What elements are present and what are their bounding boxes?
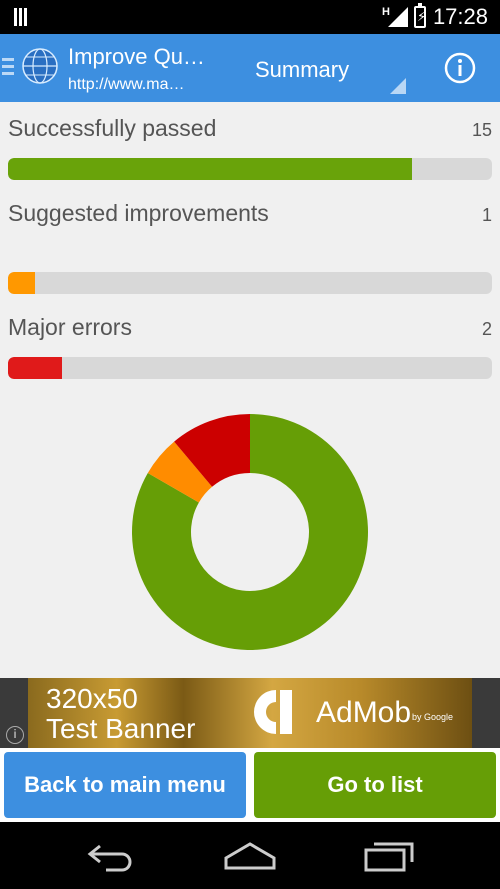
banner-line-2: Test Banner xyxy=(46,713,196,744)
drawer-indicator-icon[interactable] xyxy=(2,58,14,78)
progress-track xyxy=(8,158,492,180)
banner-image[interactable]: 320x50 Test Banner AdMob by Google xyxy=(28,678,472,748)
signal-icon xyxy=(388,7,408,27)
globe-icon[interactable] xyxy=(22,48,58,84)
by-google: by Google xyxy=(412,712,454,722)
navigation-bar xyxy=(0,822,500,889)
back-to-main-menu-button[interactable]: Back to main menu xyxy=(4,752,246,818)
battery-charging-icon: ⚡ xyxy=(414,3,426,28)
progress-track xyxy=(8,357,492,379)
ad-banner[interactable]: i 320x50 Test Banner AdMob by Google xyxy=(0,678,500,748)
button-row: Back to main menu Go to list xyxy=(0,748,500,822)
info-icon[interactable] xyxy=(444,52,476,84)
metric-label: Suggested improvements xyxy=(8,200,269,226)
progress-fill xyxy=(8,272,35,294)
progress-track xyxy=(8,272,492,294)
dropdown-arrow-icon xyxy=(390,78,406,94)
banner-line-1: 320x50 xyxy=(46,683,138,714)
status-bar: H ⚡ 17:28 xyxy=(0,0,500,34)
barcode-icon xyxy=(14,8,34,26)
back-icon[interactable] xyxy=(86,840,134,872)
progress-fill xyxy=(8,357,62,379)
metric-count: 2 xyxy=(481,319,492,339)
metric-count: 15 xyxy=(471,120,492,140)
summary-donut-chart xyxy=(132,414,368,650)
recents-icon[interactable] xyxy=(364,840,416,872)
banner-text: 320x50 Test Banner xyxy=(46,684,195,744)
metric-label: Successfully passed xyxy=(8,115,217,141)
app-title: Improve Qu… xyxy=(68,44,205,69)
summary-content: Successfully passed 15 Suggested improve… xyxy=(0,102,500,678)
admob-brand: AdMob xyxy=(316,696,412,729)
progress-fill xyxy=(8,158,413,180)
action-bar: Improve Qu… http://www.ma… Summary xyxy=(0,34,500,102)
spinner-label: Summary xyxy=(255,57,350,82)
metric-count: 1 xyxy=(481,205,492,225)
view-spinner[interactable]: Summary xyxy=(240,34,410,102)
ad-info-icon[interactable]: i xyxy=(6,726,24,744)
go-to-list-button[interactable]: Go to list xyxy=(254,752,496,818)
clock: 17:28 xyxy=(432,4,488,29)
site-url: http://www.ma… xyxy=(68,76,185,93)
admob-logo-icon xyxy=(254,690,292,734)
home-icon[interactable] xyxy=(224,840,276,872)
metric-label: Major errors xyxy=(8,314,132,340)
